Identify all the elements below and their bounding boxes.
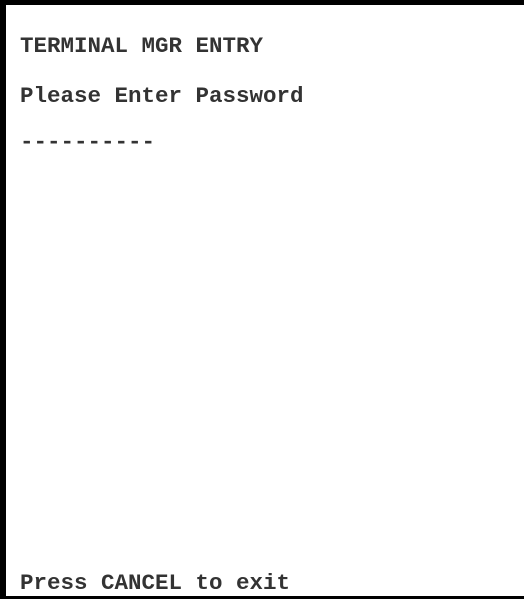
- password-prompt: Please Enter Password: [20, 83, 304, 109]
- screen-title: TERMINAL MGR ENTRY: [20, 33, 264, 59]
- terminal-screen: TERMINAL MGR ENTRY Please Enter Password…: [0, 0, 524, 599]
- cancel-instruction: Press CANCEL to exit: [20, 570, 291, 596]
- password-input[interactable]: ----------: [20, 131, 155, 154]
